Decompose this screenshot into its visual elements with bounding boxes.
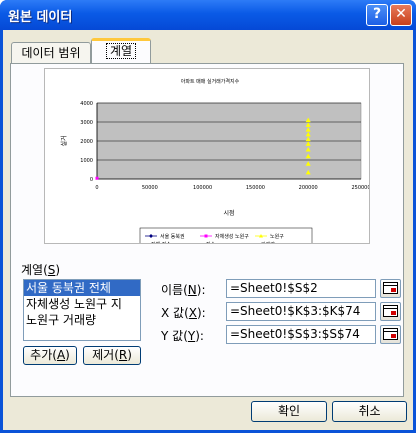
x-axis-label: 시점 <box>223 210 234 217</box>
tab-data-range-label: 데이터 범위 <box>21 46 81 60</box>
dialog-title: 원본 데이터 <box>8 10 73 25</box>
x-tick-label: 50000 <box>142 185 158 191</box>
tab-series-label: 계열 <box>105 43 137 59</box>
x-tick-label: 0 <box>95 185 98 191</box>
x-collapse-button[interactable] <box>380 302 401 321</box>
x-shortcut: X <box>188 306 197 320</box>
legend-label: 서울 동북권 <box>160 233 185 240</box>
y-tick-label: 4000 <box>80 101 93 107</box>
chart-preview: 아파트 매매 실거래가격지수 0 1000 2000 3000 4000 0 50000 1… <box>44 68 371 251</box>
tab-data-range[interactable]: 데이터 범위 <box>11 42 91 64</box>
x-label-text: X 값 <box>161 306 185 320</box>
add-button-label: 추가 <box>30 348 53 362</box>
legend-label: 거래량 <box>261 241 275 243</box>
series-item[interactable]: 자체생성 노원구 지 <box>24 296 140 312</box>
name-field[interactable]: =Sheet0!$S$2 <box>226 279 376 298</box>
x-tick-label: 200000 <box>299 185 318 191</box>
name-label-text: 이름 <box>161 283 184 297</box>
x-values-field[interactable]: =Sheet0!$K$3:$K$74 <box>226 302 376 321</box>
series-label-text: 계열 <box>21 263 44 277</box>
y-values-label: Y 값(Y): <box>161 329 204 343</box>
y-shortcut: Y <box>187 329 196 343</box>
range-select-icon <box>383 305 398 317</box>
y-tick-label: 3000 <box>80 120 93 126</box>
x-tick-labels: 0 50000 100000 150000 200000 250000 <box>95 185 370 191</box>
add-shortcut: A <box>56 348 66 362</box>
legend-label: 노원구 <box>270 233 284 240</box>
name-label: 이름(N): <box>161 283 206 297</box>
chart-svg: 아파트 매매 실거래가격지수 0 1000 2000 3000 4000 0 50000 1… <box>60 78 371 251</box>
legend-label: 전체 지수 <box>151 241 171 243</box>
x-tick-label: 150000 <box>246 185 265 191</box>
ok-button[interactable]: 확인 <box>251 401 327 422</box>
legend-label: 자체생성 노원구 <box>215 233 249 240</box>
y-tick-label: 2000 <box>80 139 93 145</box>
range-select-icon <box>383 282 398 294</box>
y-tick-label: 1000 <box>80 158 93 164</box>
remove-series-button[interactable]: 제거(R) <box>83 346 141 365</box>
series-section-label: 계열(S) <box>21 263 61 277</box>
data-point <box>95 176 99 180</box>
y-label-text: Y 값 <box>161 329 184 343</box>
add-series-button[interactable]: 추가(A) <box>23 346 77 365</box>
cancel-button[interactable]: 취소 <box>332 401 407 422</box>
legend-label: 지수 <box>206 241 216 243</box>
range-select-icon <box>383 328 398 340</box>
x-values-label: X 값(X): <box>161 306 206 320</box>
chart-title: 아파트 매매 실거래가격지수 <box>181 78 240 85</box>
help-button[interactable]: ? <box>366 4 388 26</box>
x-tick-label: 100000 <box>193 185 212 191</box>
series-listbox[interactable]: 서울 동북권 전체 자체생성 노원구 지 노원구 거래량 <box>23 279 141 341</box>
title-bar[interactable]: 원본 데이터 ? ✕ <box>0 0 416 30</box>
y-values-field[interactable]: =Sheet0!$S$3:$S$74 <box>226 325 376 344</box>
dialog-window: 원본 데이터 ? ✕ 데이터 범위 계열 아파트 매매 실거래가격지수 0 100… <box>0 0 416 433</box>
tab-panel: 아파트 매매 실거래가격지수 0 1000 2000 3000 4000 0 50000 1… <box>10 63 404 397</box>
name-shortcut: N <box>187 283 197 297</box>
x-tick-label: 250000 <box>351 185 369 191</box>
series-shortcut: S <box>47 263 56 277</box>
y-axis-label: 실거 <box>60 135 68 146</box>
y-tick-label: 0 <box>90 177 93 183</box>
tab-series[interactable]: 계열 <box>91 38 151 64</box>
y-tick-labels: 0 1000 2000 3000 4000 <box>80 101 93 183</box>
remove-button-label: 제거 <box>92 348 115 362</box>
series-item[interactable]: 서울 동북권 전체 <box>24 280 140 296</box>
y-collapse-button[interactable] <box>380 325 401 344</box>
name-collapse-button[interactable] <box>380 279 401 298</box>
series-item[interactable]: 노원구 거래량 <box>24 312 140 328</box>
close-button[interactable]: ✕ <box>390 4 412 26</box>
dialog-client: 데이터 범위 계열 아파트 매매 실거래가격지수 0 1000 2000 3000 40… <box>3 30 413 430</box>
remove-shortcut: R <box>118 348 128 362</box>
legend-marker <box>204 234 208 238</box>
